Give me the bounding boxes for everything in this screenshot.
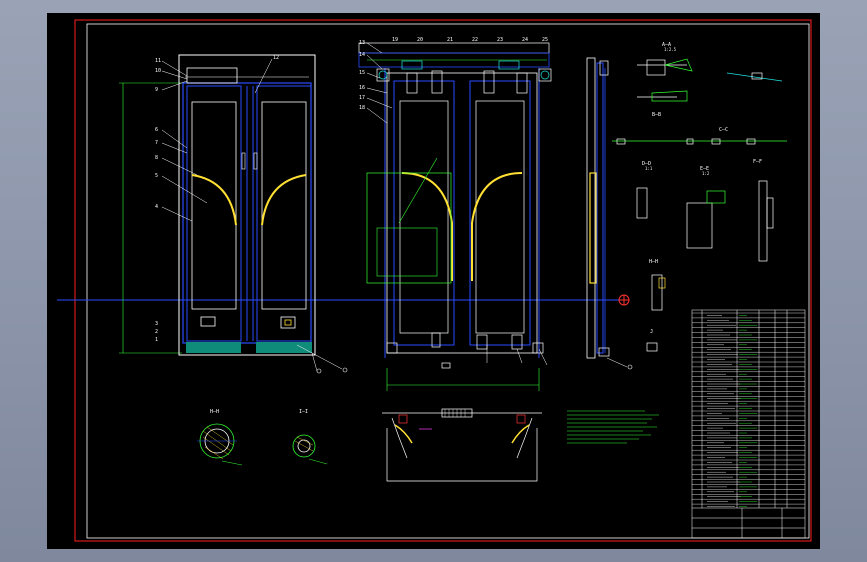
balloon-21: 21 (447, 37, 453, 43)
side-section-view (586, 57, 633, 370)
plan-view (382, 408, 542, 482)
balloon-2: 2 (155, 329, 158, 335)
cad-viewport[interactable]: 11 10 9 6 7 8 5 4 3 2 1 12 13 14 15 16 1… (47, 13, 820, 549)
balloon-16: 16 (359, 85, 365, 91)
parts-list (691, 309, 806, 539)
balloon-18: 18 (359, 105, 365, 111)
balloon-9: 9 (155, 87, 158, 93)
balloon-17: 17 (359, 95, 365, 101)
scale-d-d: 1:1 (645, 166, 653, 171)
balloon-10: 10 (155, 68, 161, 74)
balloon-12: 12 (273, 55, 279, 61)
label-b-b: B—B (652, 112, 661, 118)
scale-a-a: 1:2.5 (664, 47, 677, 52)
balloon-19: 19 (392, 37, 398, 43)
balloon-24: 24 (522, 37, 528, 43)
label-h-h: H—H (210, 409, 219, 415)
balloon-15: 15 (359, 70, 365, 76)
label-f-f: F—F (753, 159, 762, 165)
balloon-7: 7 (155, 140, 158, 146)
mechanism-view: 13 14 15 16 17 18 19 20 21 22 23 24 25 (358, 37, 552, 391)
label-c-c: C—C (719, 127, 728, 133)
balloon-13: 13 (359, 40, 365, 46)
parts-list-rows (692, 312, 805, 507)
balloon-11: 11 (155, 58, 161, 64)
balloon-25: 25 (542, 37, 548, 43)
balloon-6: 6 (155, 127, 158, 133)
front-elevation: 11 10 9 6 7 8 5 4 3 2 1 12 (119, 54, 348, 374)
balloon-4: 4 (155, 204, 158, 210)
threshold-fill-right (256, 342, 312, 353)
balloon-3: 3 (155, 321, 158, 327)
label-i-i: I—I (299, 409, 308, 415)
technical-notes (567, 410, 659, 444)
scale-e-e: 1:2 (702, 171, 710, 176)
balloon-1: 1 (155, 337, 158, 343)
detail-views: A—A 1:2.5 B—B C—C D—D 1:1 E—E 1:2 F—F H—… (612, 42, 787, 352)
balloon-20: 20 (417, 37, 423, 43)
cad-drawing: 11 10 9 6 7 8 5 4 3 2 1 12 13 14 15 16 1… (57, 19, 812, 542)
balloon-5: 5 (155, 173, 158, 179)
sheet-border (74, 19, 812, 542)
balloon-23: 23 (497, 37, 503, 43)
threshold-fill-left (186, 342, 241, 353)
balloon-22: 22 (472, 37, 478, 43)
balloon-14: 14 (359, 52, 365, 58)
circular-sections: H—H I—I (197, 409, 328, 466)
label-j: J (650, 329, 653, 335)
label-h: H—H (649, 259, 658, 265)
balloon-8: 8 (155, 155, 158, 161)
